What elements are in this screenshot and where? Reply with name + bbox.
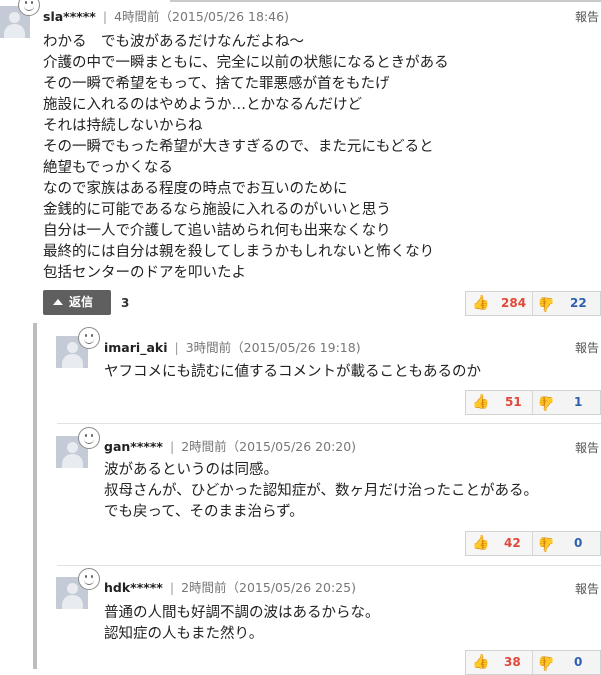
comment-meta: sla***** | 4時間前（2015/05/26 18:46): [43, 9, 289, 24]
dislike-button[interactable]: 👍 0: [533, 532, 599, 555]
report-link[interactable]: 報告: [575, 8, 599, 25]
smiley-badge-icon: [78, 427, 100, 449]
comment-body: ヤフコメにも読むに値するコメントが載ることもあるのか: [104, 364, 481, 380]
timestamp: 4時間前（2015/05/26 18:46): [114, 9, 289, 24]
like-button[interactable]: 👍 51: [466, 391, 533, 414]
comment-divider: [57, 423, 601, 424]
reply-thread-line: [33, 323, 37, 669]
username[interactable]: hdk*****: [104, 580, 163, 595]
username[interactable]: gan*****: [104, 439, 163, 454]
smiley-badge-icon: [18, 0, 40, 16]
thumbs-up-icon: 👍: [472, 394, 490, 410]
caret-up-icon: [53, 299, 63, 305]
dislike-count: 1: [574, 395, 583, 409]
like-button[interactable]: 👍 38: [466, 651, 533, 674]
timestamp: 2時間前（2015/05/26 20:20): [181, 439, 357, 454]
vote-box: 👍 38 👍 0: [465, 650, 601, 675]
dislike-count: 0: [574, 655, 583, 669]
vote-box: 👍 42 👍 0: [465, 531, 601, 556]
like-count: 284: [501, 296, 527, 310]
thumbs-down-icon: 👍: [537, 655, 555, 671]
like-button[interactable]: 👍 284: [466, 292, 533, 315]
report-link[interactable]: 報告: [575, 339, 599, 356]
like-count: 38: [504, 655, 521, 669]
thumbs-down-icon: 👍: [537, 296, 555, 312]
dislike-count: 22: [570, 296, 587, 310]
thumbs-down-icon: 👍: [537, 536, 555, 552]
thumbs-up-icon: 👍: [472, 535, 490, 551]
report-link[interactable]: 報告: [575, 580, 599, 597]
comment-body: 普通の人間も好調不調の波はあるからな。 認知症の人もまた然り。: [104, 605, 380, 642]
comment-meta: imari_aki | 3時間前（2015/05/26 19:18): [104, 340, 361, 355]
like-button[interactable]: 👍 42: [466, 532, 533, 555]
timestamp: 2時間前（2015/05/26 20:25): [181, 580, 356, 595]
timestamp: 3時間前（2015/05/26 19:18): [185, 340, 361, 355]
vote-box: 👍 284 👍 22: [465, 291, 601, 316]
like-count: 51: [505, 395, 522, 409]
username[interactable]: imari_aki: [104, 340, 167, 355]
dislike-count: 0: [574, 536, 583, 550]
thumbs-up-icon: 👍: [472, 654, 490, 670]
top-border: [170, 0, 601, 2]
dislike-button[interactable]: 👍 1: [533, 391, 599, 414]
dislike-button[interactable]: 👍 22: [533, 292, 599, 315]
like-count: 42: [504, 536, 521, 550]
comment-divider: [57, 565, 601, 566]
vote-box: 👍 51 👍 1: [465, 390, 601, 415]
comment-meta: gan***** | 2時間前（2015/05/26 20:20): [104, 439, 357, 454]
thumbs-down-icon: 👍: [537, 395, 555, 411]
comment-body: 波があるというのは同感。 叔母さんが、ひどかった認知症が、数ヶ月だけ治ったことが…: [104, 462, 538, 520]
dislike-button[interactable]: 👍 0: [533, 651, 599, 674]
username[interactable]: sla*****: [43, 9, 96, 24]
reply-count: 3: [121, 296, 130, 310]
thumbs-up-icon: 👍: [472, 295, 490, 311]
report-link[interactable]: 報告: [575, 439, 599, 456]
smiley-badge-icon: [78, 568, 100, 590]
smiley-badge-icon: [78, 327, 100, 349]
comment-meta: hdk***** | 2時間前（2015/05/26 20:25): [104, 580, 356, 595]
reply-button[interactable]: 返信: [43, 290, 111, 315]
comment-body: わかる でも波があるだけなんだよね～ 介護の中で一瞬まともに、完全に以前の状態に…: [43, 34, 449, 281]
